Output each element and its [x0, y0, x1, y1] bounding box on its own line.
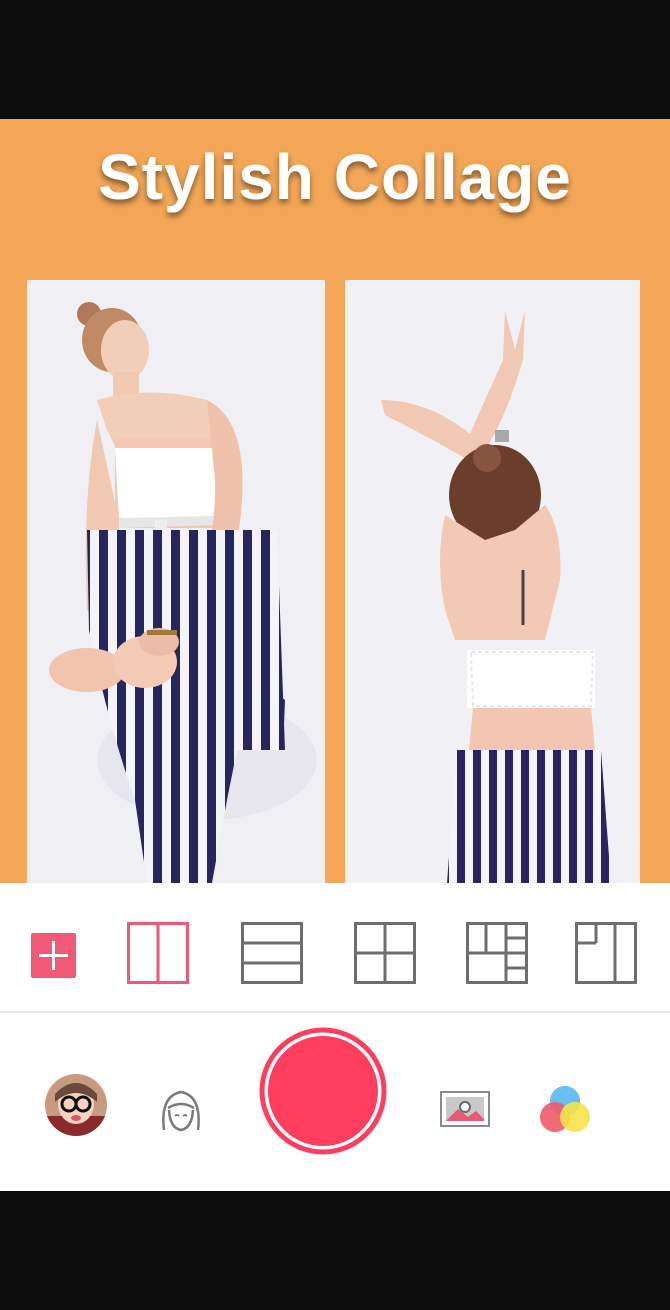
face-beauty-icon [162, 1090, 200, 1132]
avatar-image [45, 1074, 107, 1136]
layout-bar [0, 883, 670, 1011]
layout-three-split-button[interactable] [575, 922, 637, 984]
bottom-black-bar [0, 1191, 670, 1310]
woman-photo-right [345, 280, 640, 883]
camera-frame-button[interactable] [440, 1089, 490, 1129]
quad-grid-icon [354, 922, 416, 984]
three-rows-icon [241, 922, 303, 984]
five-grid-icon [466, 922, 528, 984]
layout-two-columns-button[interactable] [127, 922, 189, 984]
top-black-bar [0, 0, 670, 119]
add-layout-button[interactable] [31, 933, 76, 978]
layout-five-grid-button[interactable] [466, 922, 528, 984]
three-split-icon [575, 922, 637, 984]
woman-photo-left [27, 280, 325, 883]
capture-button[interactable] [259, 1027, 387, 1155]
face-beauty-button[interactable] [156, 1086, 206, 1136]
layout-quad-grid-button[interactable] [354, 922, 416, 984]
avatar-thumbnail[interactable] [45, 1074, 107, 1136]
photo-right[interactable] [345, 280, 640, 883]
color-filter-icon [540, 1086, 590, 1132]
plus-icon [39, 941, 68, 970]
camera-frame-icon [440, 1091, 490, 1127]
layout-three-rows-button[interactable] [241, 922, 303, 984]
shutter-icon [259, 1027, 387, 1155]
color-filter-button[interactable] [538, 1084, 592, 1136]
headline: Stylish Collage [98, 141, 572, 213]
two-columns-icon [127, 922, 189, 984]
photo-left[interactable] [27, 280, 325, 883]
